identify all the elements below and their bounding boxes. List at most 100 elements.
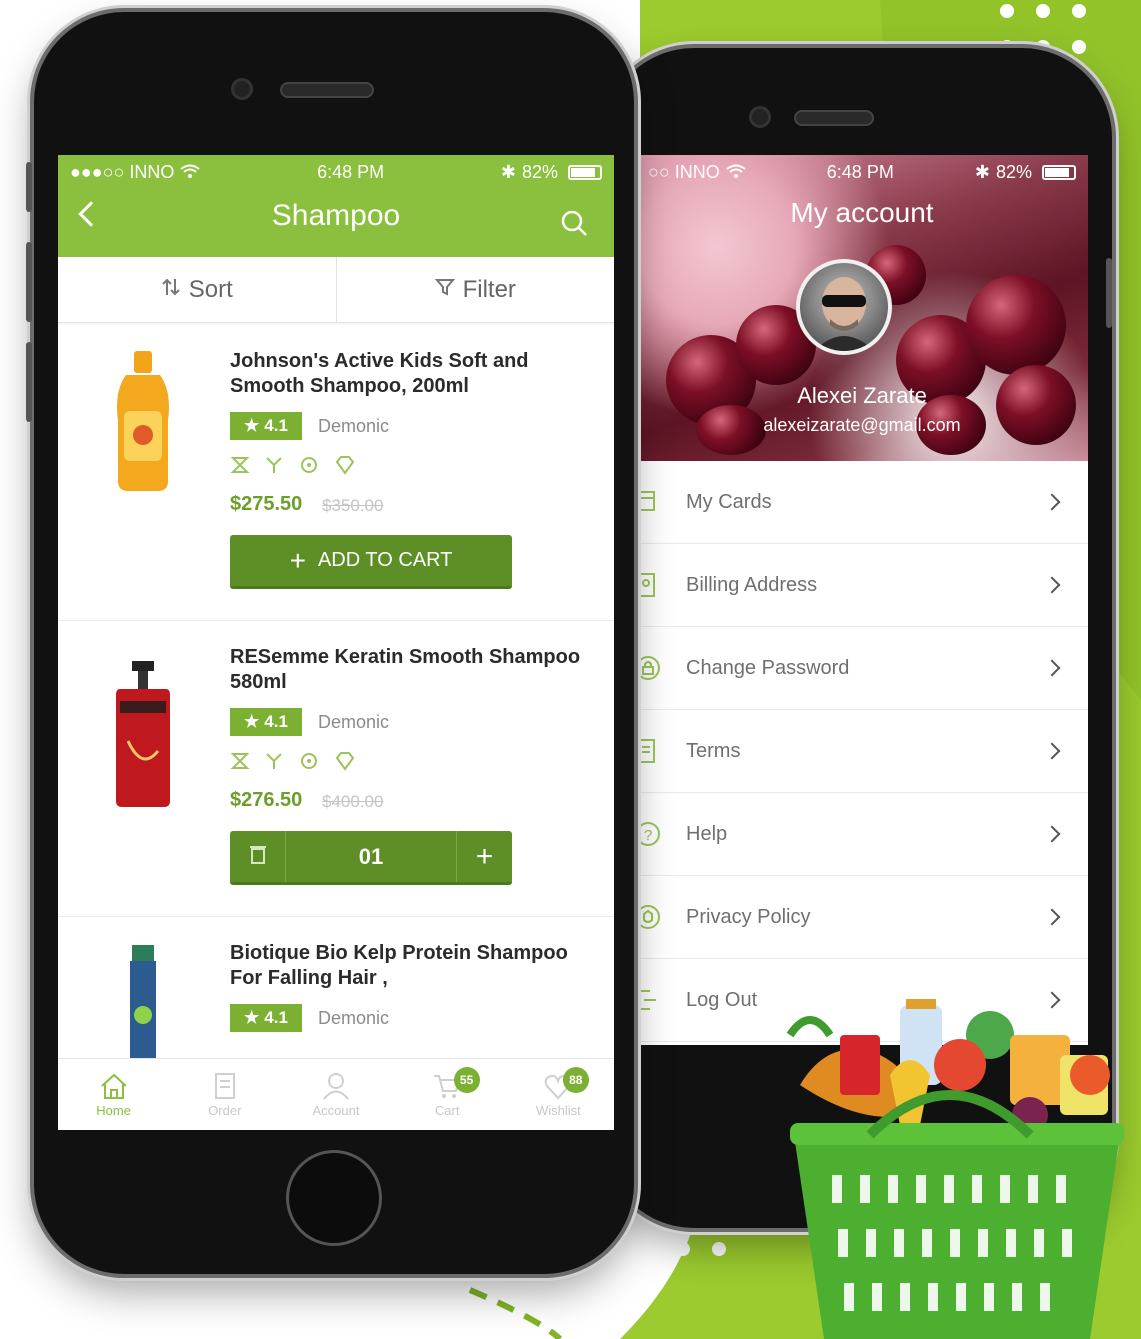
bottom-navigation: Home Order Account Cart 55 Wishlist 88 — [58, 1058, 614, 1130]
chevron-right-icon — [1043, 908, 1061, 926]
home-icon — [99, 1072, 129, 1103]
rating-badge: ★ 4.1 — [230, 708, 302, 736]
battery-icon — [567, 164, 602, 180]
decor-dot — [676, 1242, 690, 1256]
plus-icon: + — [475, 839, 494, 873]
feature-icon — [264, 455, 284, 480]
product-name[interactable]: Biotique Bio Kelp Protein Shampoo For Fa… — [230, 941, 590, 991]
home-button[interactable] — [286, 1150, 382, 1246]
chevron-right-icon — [1043, 825, 1061, 843]
account-hero-banner: ○○ INNO 6:48 PM ✱ 82% My account Alexei … — [636, 155, 1088, 461]
feature-icon — [298, 455, 320, 480]
tab-order[interactable]: Order — [169, 1059, 280, 1130]
plus-icon: + — [289, 544, 306, 576]
menu-item-help[interactable]: ? Help — [636, 793, 1088, 876]
search-icon[interactable] — [560, 209, 588, 242]
filter-icon — [434, 276, 455, 304]
filter-button[interactable]: Filter — [337, 257, 615, 322]
page-title: Shampoo — [271, 199, 401, 232]
billing-icon — [636, 572, 658, 603]
account-screen: ○○ INNO 6:48 PM ✱ 82% My account Alexei … — [636, 155, 1088, 1045]
rating-value: 4.1 — [264, 416, 288, 435]
sort-icon — [161, 276, 181, 304]
menu-item-my-cards[interactable]: My Cards — [636, 461, 1088, 544]
feature-icon — [298, 751, 320, 776]
tab-label: Home — [96, 1102, 131, 1118]
feature-icon — [264, 751, 284, 776]
menu-item-terms[interactable]: Terms — [636, 710, 1088, 793]
feature-icon — [334, 751, 356, 776]
carrier-label: ●●●○○ INNO — [70, 161, 175, 182]
sort-button[interactable]: Sort — [58, 257, 337, 322]
tab-account[interactable]: Account — [280, 1059, 391, 1130]
rating-badge: ★ 4.1 — [230, 412, 302, 440]
quantity-stepper: 01 + — [230, 831, 512, 885]
phone-camera — [749, 106, 771, 128]
wishlist-count-badge: 88 — [562, 1067, 589, 1093]
wifi-icon — [180, 162, 200, 183]
chevron-right-icon — [1043, 576, 1061, 594]
phone-side-button — [26, 342, 32, 422]
decor-dot — [1072, 4, 1086, 18]
menu-item-change-password[interactable]: Change Password — [636, 627, 1088, 710]
quantity-value: 01 — [358, 843, 384, 869]
status-bar: ●●●○○ INNO 6:48 PM ✱ 82% — [58, 155, 614, 189]
menu-label: Terms — [686, 739, 741, 762]
decor-dot — [640, 1242, 654, 1256]
clock-label: 6:48 PM — [826, 161, 894, 182]
feature-icon — [334, 455, 356, 480]
feature-icon — [230, 751, 250, 776]
increment-button[interactable]: + — [456, 831, 512, 882]
feature-icons — [230, 751, 356, 776]
status-bar: ○○ INNO 6:48 PM ✱ 82% — [636, 155, 1088, 189]
add-to-cart-label: ADD TO CART — [317, 549, 453, 571]
help-icon: ? — [636, 821, 662, 852]
sort-label: Sort — [188, 275, 233, 303]
tab-wishlist[interactable]: Wishlist 88 — [503, 1059, 614, 1130]
product-brand: Demonic — [318, 1008, 390, 1028]
star-icon: ★ — [244, 416, 260, 435]
avatar[interactable] — [796, 259, 892, 355]
battery-icon — [1041, 164, 1076, 180]
battery-label: 82% — [521, 161, 558, 182]
decor-dot — [1072, 40, 1086, 54]
sort-filter-bar: Sort Filter — [58, 257, 614, 323]
tab-label: Cart — [434, 1102, 460, 1118]
feature-icon — [230, 455, 250, 480]
bluetooth-icon: ✱ — [500, 161, 516, 182]
product-card[interactable]: RESemme Keratin Smooth Shampoo 580ml ★ 4… — [58, 621, 614, 917]
product-name[interactable]: RESemme Keratin Smooth Shampoo 580ml — [230, 645, 590, 695]
product-card[interactable]: Johnson's Active Kids Soft and Smooth Sh… — [58, 325, 614, 621]
chevron-right-icon — [1043, 742, 1061, 760]
phone-side-button — [26, 162, 32, 212]
menu-item-billing-address[interactable]: Billing Address — [636, 544, 1088, 627]
tab-cart[interactable]: Cart 55 — [392, 1059, 503, 1130]
delete-button[interactable] — [230, 831, 286, 882]
decor-dot — [712, 1242, 726, 1256]
grocery-basket-illustration — [786, 999, 1124, 1339]
rating-value: 4.1 — [264, 1008, 288, 1027]
menu-item-privacy-policy[interactable]: Privacy Policy — [636, 876, 1088, 959]
star-icon: ★ — [244, 1008, 260, 1027]
rating-value: 4.1 — [264, 712, 288, 731]
rating-badge: ★ 4.1 — [230, 1004, 302, 1032]
menu-label: Privacy Policy — [686, 905, 811, 928]
product-brand: Demonic — [318, 416, 390, 436]
phone-side-button — [1106, 258, 1112, 328]
card-icon — [636, 489, 658, 518]
cherry-decor — [966, 275, 1066, 375]
product-name[interactable]: Johnson's Active Kids Soft and Smooth Sh… — [230, 349, 590, 399]
bluetooth-icon: ✱ — [974, 161, 990, 182]
product-image — [112, 351, 174, 498]
order-icon — [210, 1072, 240, 1103]
privacy-icon — [636, 904, 662, 935]
clock-label: 6:48 PM — [317, 161, 385, 182]
tab-home[interactable]: Home — [58, 1059, 169, 1130]
product-list-screen: ●●●○○ INNO 6:48 PM ✱ 82% Shampoo Sort Fi… — [58, 155, 614, 1130]
menu-label: Billing Address — [686, 573, 818, 596]
product-old-price: $400.00 — [322, 792, 384, 811]
phone-camera — [231, 78, 253, 100]
profile-email: alexeizarate@gmail.com — [763, 415, 961, 435]
add-to-cart-button[interactable]: + ADD TO CART — [230, 535, 512, 589]
terms-icon — [636, 738, 660, 769]
